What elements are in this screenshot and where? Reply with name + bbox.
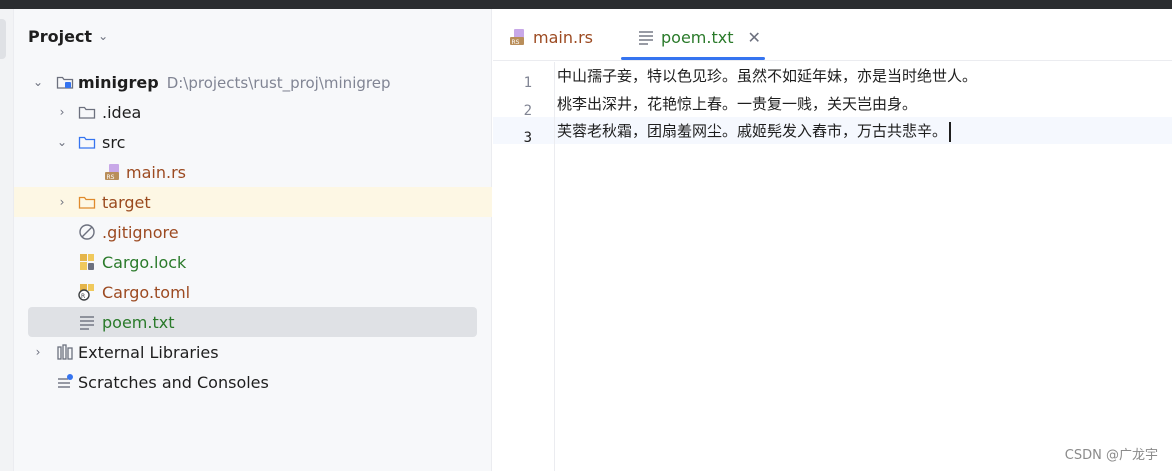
editor-tab-bar: RS main.rs poem.txt ✕	[493, 9, 1172, 61]
tree-label-cargo-lock: Cargo.lock	[102, 252, 187, 272]
tree-item-idea[interactable]: › .idea	[14, 97, 492, 127]
tree-label-main-rs: main.rs	[126, 162, 186, 182]
tab-main-rs[interactable]: RS main.rs	[509, 19, 593, 55]
chevron-right-icon[interactable]: ›	[30, 345, 46, 359]
line-number: 2	[523, 103, 532, 119]
tree-item-gitignore[interactable]: .gitignore	[14, 217, 492, 247]
tree-item-main-rs[interactable]: RS main.rs	[14, 157, 492, 187]
tree-item-minigrep[interactable]: ⌄ minigrep D:\projects\rust_proj\minigrep	[14, 67, 492, 97]
rust-file-icon: RS	[509, 28, 527, 46]
chevron-down-icon[interactable]: ⌄	[30, 75, 46, 89]
rust-file-icon: RS	[104, 163, 122, 181]
tab-label: poem.txt	[661, 27, 734, 47]
tree-item-cargo-lock[interactable]: Cargo.lock	[14, 247, 492, 277]
tool-window-strip[interactable]	[0, 9, 14, 471]
tab-poem-txt[interactable]: poem.txt ✕	[637, 19, 761, 55]
tree-item-external-libraries[interactable]: › External Libraries	[14, 337, 492, 367]
root-path: D:\projects\rust_proj\minigrep	[166, 73, 391, 92]
tree-item-scratches[interactable]: Scratches and Consoles	[14, 367, 492, 397]
source-folder-icon	[78, 133, 96, 151]
tree-label-scratches: Scratches and Consoles	[78, 372, 269, 392]
tree-label-target: target	[102, 192, 151, 212]
tree-item-cargo-toml[interactable]: R Cargo.toml	[14, 277, 492, 307]
svg-text:RS: RS	[512, 39, 520, 46]
editor-line[interactable]: 芙蓉老秋霜，团扇羞网尘。戚姬髡发入舂市，万古共悲辛。	[557, 120, 952, 142]
tree-label-gitignore: .gitignore	[102, 222, 179, 242]
tab-label: main.rs	[533, 27, 593, 47]
tree-item-target[interactable]: › target	[14, 187, 492, 217]
chevron-down-icon[interactable]: ⌄	[54, 135, 70, 149]
active-tab-indicator	[621, 57, 765, 60]
tree-label-minigrep: minigrep D:\projects\rust_proj\minigrep	[78, 73, 390, 92]
scratches-icon	[56, 373, 74, 391]
text-file-icon	[637, 28, 655, 46]
line-text: 芙蓉老秋霜，团扇羞网尘。戚姬髡发入舂市，万古共悲辛。	[557, 122, 948, 140]
text-file-icon	[78, 313, 96, 331]
ignore-file-icon	[78, 223, 96, 241]
library-icon	[56, 343, 74, 361]
svg-text:R: R	[81, 293, 85, 300]
watermark: CSDN @广龙宇	[1064, 448, 1158, 463]
tree-item-src[interactable]: ⌄ src	[14, 127, 492, 157]
tree-label-src: src	[102, 132, 126, 152]
tree-label-cargo-toml: Cargo.toml	[102, 282, 191, 302]
project-panel: Project ⌄ ⌄ minigrep D:\projects\rust_pro…	[14, 9, 492, 471]
module-folder-icon	[56, 73, 74, 91]
chevron-right-icon[interactable]: ›	[54, 105, 70, 119]
chevron-down-icon[interactable]: ⌄	[98, 29, 108, 43]
project-tool-tab[interactable]	[0, 19, 6, 59]
root-name: minigrep	[78, 72, 159, 92]
project-panel-header[interactable]: Project ⌄	[28, 25, 108, 47]
text-caret	[949, 121, 952, 142]
editor-area: RS main.rs poem.txt ✕ 1 2 3 中山孺子妾，特以色见珍。…	[493, 9, 1172, 471]
tree-item-poem-txt[interactable]: poem.txt	[28, 307, 477, 337]
editor-line[interactable]: 桃李出深井，花艳惊上春。一贵复一贱，关天岂由身。	[557, 93, 917, 114]
svg-text:RS: RS	[107, 174, 115, 181]
tree-label-external-libraries: External Libraries	[78, 342, 219, 362]
line-number: 3	[523, 130, 532, 146]
tree-label-poem-txt: poem.txt	[102, 312, 175, 332]
chevron-right-icon[interactable]: ›	[54, 195, 70, 209]
excluded-folder-icon	[78, 193, 96, 211]
project-panel-title: Project	[28, 26, 93, 46]
editor-line[interactable]: 中山孺子妾，特以色见珍。虽然不如延年妹，亦是当时绝世人。	[557, 65, 977, 86]
line-text: 中山孺子妾，特以色见珍。虽然不如延年妹，亦是当时绝世人。	[557, 67, 978, 85]
cargo-toml-icon: R	[78, 283, 96, 301]
lock-file-icon	[78, 253, 96, 271]
line-number: 1	[523, 75, 532, 91]
folder-icon	[78, 103, 96, 121]
close-icon[interactable]: ✕	[747, 28, 760, 47]
line-text: 桃李出深井，花艳惊上春。一贵复一贱，关天岂由身。	[557, 95, 918, 113]
tree-label-idea: .idea	[102, 102, 142, 122]
line-number-gutter[interactable]: 1 2 3	[493, 62, 555, 471]
window-top-bar	[0, 0, 1172, 9]
